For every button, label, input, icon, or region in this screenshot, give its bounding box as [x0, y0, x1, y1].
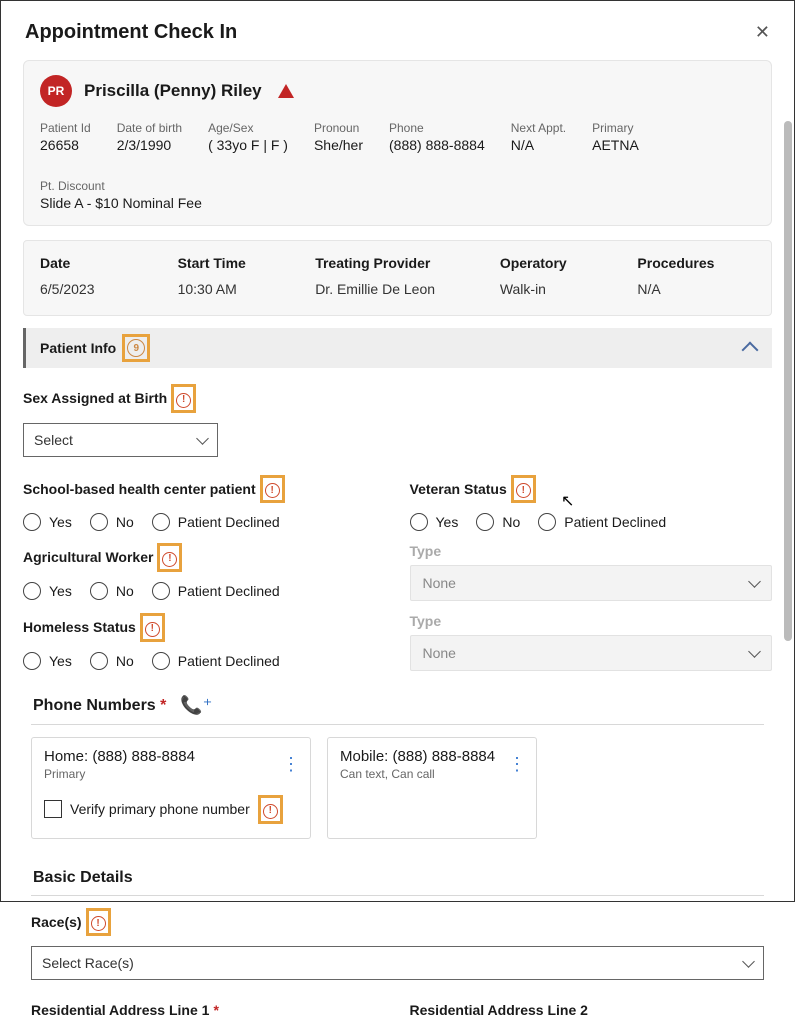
radio-yes[interactable]: Yes — [23, 652, 72, 670]
chevron-up-icon — [742, 342, 759, 359]
label: Pt. Discount — [40, 179, 202, 193]
chevron-down-icon — [748, 575, 761, 588]
phone-sub: Primary — [44, 767, 298, 781]
type-select-disabled: None — [410, 565, 773, 601]
patient-name: Priscilla (Penny) Riley — [84, 81, 262, 101]
scrollbar[interactable] — [784, 121, 792, 641]
label: Phone — [389, 121, 485, 135]
avatar: PR — [40, 75, 72, 107]
radio-declined[interactable]: Patient Declined — [538, 513, 666, 531]
label: Operatory — [500, 255, 618, 271]
value: (888) 888-8884 — [389, 137, 485, 153]
value: She/her — [314, 137, 363, 153]
chevron-down-icon — [742, 955, 755, 968]
radio-declined[interactable]: Patient Declined — [152, 582, 280, 600]
alert-icon: ! — [176, 393, 191, 408]
sex-assigned-select[interactable]: Select — [23, 423, 218, 457]
mobile-phone-card: Mobile: (888) 888-8884 Can text, Can cal… — [327, 737, 537, 839]
radio-yes[interactable]: Yes — [23, 513, 72, 531]
value: ( 33yo F | F ) — [208, 137, 288, 153]
verify-label: Verify primary phone number — [70, 801, 250, 817]
label: Procedures — [637, 255, 755, 271]
value: 10:30 AM — [178, 281, 296, 297]
addr2-label: Residential Address Line 2 — [410, 1002, 765, 1018]
radio-yes[interactable]: Yes — [23, 582, 72, 600]
alert-icon: ! — [145, 622, 160, 637]
label: Next Appt. — [511, 121, 566, 135]
type-label: Type — [410, 543, 773, 559]
patient-summary-card: PR Priscilla (Penny) Riley Patient Id 266… — [23, 60, 772, 226]
close-icon[interactable]: ✕ — [755, 22, 770, 43]
value: 26658 — [40, 137, 91, 153]
value: Slide A - $10 Nominal Fee — [40, 195, 202, 211]
value: 2/3/1990 — [117, 137, 182, 153]
label: Treating Provider — [315, 255, 480, 271]
radio-declined[interactable]: Patient Declined — [152, 513, 280, 531]
school-based-label: School-based health center patient ! — [23, 475, 386, 504]
form-content: Sex Assigned at Birth ! Select School-ba… — [1, 368, 794, 1028]
agricultural-worker-label: Agricultural Worker ! — [23, 543, 386, 572]
value: Walk-in — [500, 281, 618, 297]
addr1-label: Residential Address Line 1 * — [31, 1002, 386, 1018]
mouse-cursor-icon: ↖ — [561, 491, 574, 511]
label: Start Time — [178, 255, 296, 271]
radio-yes[interactable]: Yes — [410, 513, 459, 531]
value: 6/5/2023 — [40, 281, 158, 297]
phone-numbers-heading: Phone Numbers * — [33, 697, 166, 715]
label: Date — [40, 255, 158, 271]
homeless-status-label: Homeless Status ! — [23, 613, 386, 642]
value: N/A — [637, 281, 755, 297]
add-phone-icon[interactable]: 📞⁺ — [180, 695, 212, 716]
accordion-title: Patient Info — [40, 340, 116, 356]
alert-icon: ! — [162, 552, 177, 567]
divider — [31, 895, 764, 896]
race-select[interactable]: Select Race(s) — [31, 946, 764, 980]
value: AETNA — [592, 137, 639, 153]
label: Patient Id — [40, 121, 91, 135]
warning-triangle-icon — [278, 84, 294, 98]
phone-sub: Can text, Can call — [340, 767, 524, 781]
radio-no[interactable]: No — [476, 513, 520, 531]
phone-number: Mobile: (888) 888-8884 — [340, 748, 524, 765]
radio-declined[interactable]: Patient Declined — [152, 652, 280, 670]
label: Age/Sex — [208, 121, 288, 135]
label: Primary — [592, 121, 639, 135]
kebab-menu-icon[interactable]: ⋮ — [282, 762, 300, 767]
dialog-title: Appointment Check In — [25, 21, 237, 44]
phone-number: Home: (888) 888-8884 — [44, 748, 298, 765]
verify-checkbox[interactable] — [44, 800, 62, 818]
label: Pronoun — [314, 121, 363, 135]
radio-no[interactable]: No — [90, 652, 134, 670]
sex-assigned-label: Sex Assigned at Birth ! — [23, 384, 772, 413]
alert-count-badge: 9 — [127, 339, 145, 357]
type-select-disabled: None — [410, 635, 773, 671]
home-phone-card: Home: (888) 888-8884 Primary ⋮ Verify pr… — [31, 737, 311, 839]
value: Dr. Emillie De Leon — [315, 281, 480, 297]
alert-icon: ! — [91, 916, 106, 931]
race-label: Race(s) ! — [31, 908, 764, 937]
veteran-status-label: Veteran Status ! — [410, 475, 773, 504]
radio-no[interactable]: No — [90, 582, 134, 600]
chevron-down-icon — [196, 432, 209, 445]
alert-icon: ! — [265, 483, 280, 498]
radio-no[interactable]: No — [90, 513, 134, 531]
value: N/A — [511, 137, 566, 153]
appointment-row: Date 6/5/2023 Start Time 10:30 AM Treating… — [23, 240, 772, 316]
type-label: Type — [410, 613, 773, 629]
patient-info-accordion[interactable]: Patient Info 9 — [23, 328, 772, 368]
dialog-header: Appointment Check In ✕ — [1, 1, 794, 60]
label: Date of birth — [117, 121, 182, 135]
alert-icon: ! — [516, 483, 531, 498]
alert-icon: ! — [263, 804, 278, 819]
divider — [31, 724, 764, 725]
chevron-down-icon — [748, 645, 761, 658]
kebab-menu-icon[interactable]: ⋮ — [508, 762, 526, 767]
basic-details-heading: Basic Details — [33, 869, 133, 887]
